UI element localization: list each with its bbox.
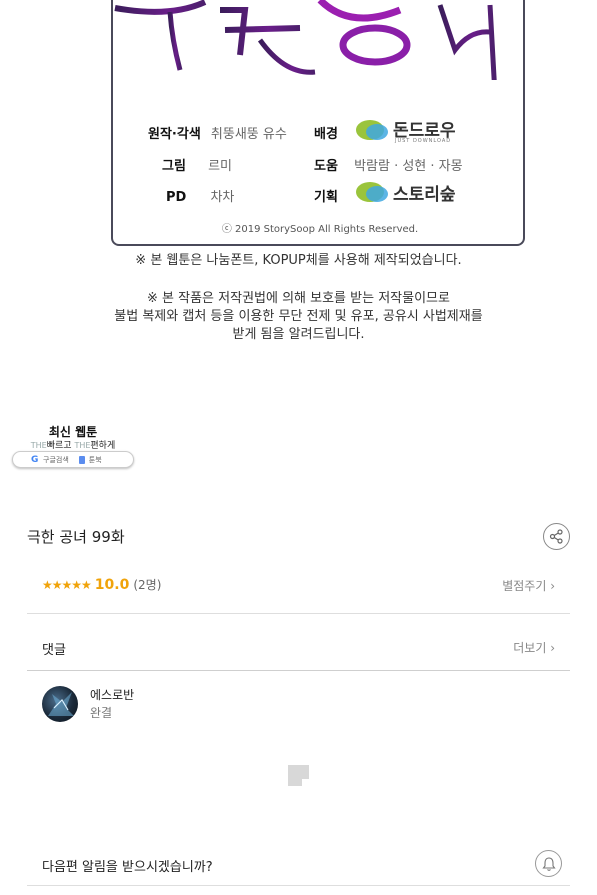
notify-question: 다음편 알림을 받으시겠습니까? <box>42 860 213 875</box>
brand-subtitle: JUST DOWNLOAD <box>395 138 452 144</box>
share-icon <box>549 529 563 544</box>
comment-author[interactable]: 에스로반 <box>90 686 134 703</box>
brand-name: 스토리숲 <box>393 185 456 205</box>
rating-count: (2명) <box>133 578 162 592</box>
book-icon <box>78 455 85 464</box>
divider <box>27 885 570 886</box>
credit-original: 원작·각색 취뚱새뚱 유수 <box>148 123 287 142</box>
divider <box>27 670 570 671</box>
rating-score: 10.0 <box>94 577 130 593</box>
episode-title: 극한 공녀 99화 <box>27 528 125 546</box>
credit-value: 박람람 · 성현 · 자몽 <box>354 159 463 174</box>
credits-artwork: 원작·각색 취뚱새뚱 유수 그림 르미 PD 차차 배경 돈드로우 JUST D… <box>0 0 597 360</box>
comments-heading: 댓글 <box>42 643 66 658</box>
notify-bell-button[interactable] <box>535 850 562 877</box>
font-notice: ※ 본 웹툰은 나눔폰트, KOPUP체를 사용해 제작되었습니다. <box>135 253 462 268</box>
credit-planning: 기획 <box>314 186 338 205</box>
rate-button[interactable]: 별점주기 › <box>502 577 555 594</box>
banner-easy: 편하게 <box>90 441 116 451</box>
bell-icon <box>541 856 556 871</box>
legal-notice-line-1: ※ 본 작품은 저작권법에 의해 보호를 받는 저작물이므로 <box>147 291 450 306</box>
pill-site-label: 툰북 <box>88 455 102 464</box>
credit-label: 그림 <box>162 159 186 174</box>
credit-art: 그림 르미 <box>162 155 232 174</box>
credit-pd: PD 차차 <box>166 186 234 205</box>
legal-notice-line-3: 받게 됨을 알려드립니다. <box>232 327 365 342</box>
comment-text: 완결 <box>90 706 113 720</box>
credit-value: 르미 <box>208 159 232 174</box>
copyright-text: ⓒ 2019 StorySoop All Rights Reserved. <box>221 224 419 235</box>
list-item: 에스로반 완결 <box>42 686 542 722</box>
avatar-image <box>48 692 74 716</box>
rating-stars: ★★★★★ <box>42 578 92 592</box>
credit-label: 배경 <box>314 127 338 142</box>
promo-banner[interactable]: 최신 웹툰 THE빠르고 THE편하게 G 구글검색 툰북 <box>12 420 134 468</box>
pill-search-label: 구글검색 <box>43 455 69 464</box>
loading-placeholder-icon <box>288 765 309 786</box>
legal-notice-line-2: 불법 복제와 캡처 등을 이용한 무단 전제 및 유포, 공유시 사법제재를 <box>114 309 483 324</box>
speech-bubble-icon <box>356 120 388 140</box>
credit-label: 원작·각색 <box>148 127 201 142</box>
credit-value: 차차 <box>210 190 235 205</box>
banner-subtitle: THE빠르고 THE편하게 <box>12 438 134 451</box>
banner-the: THE <box>30 441 47 450</box>
banner-the: THE <box>74 441 91 450</box>
credit-assist: 도움 박람람 · 성현 · 자몽 <box>314 155 463 174</box>
credit-label: 기획 <box>314 190 338 205</box>
google-icon: G <box>31 455 39 465</box>
avatar[interactable] <box>42 686 78 722</box>
comments-more-link[interactable]: 더보기 › <box>513 639 555 656</box>
banner-fast: 빠르고 <box>46 441 72 451</box>
credit-value: 취뚱새뚱 유수 <box>210 127 287 142</box>
speech-bubble-icon <box>356 182 388 202</box>
divider <box>27 613 570 614</box>
share-button[interactable] <box>543 523 570 550</box>
credit-label: 도움 <box>314 159 338 174</box>
credit-background: 배경 <box>314 123 338 142</box>
rating-row: ★★★★★ 10.0 (2명) <box>42 576 161 593</box>
credits-box: 원작·각색 취뚱새뚱 유수 그림 르미 PD 차차 배경 돈드로우 JUST D… <box>111 0 525 246</box>
banner-search-pill[interactable]: G 구글검색 툰북 <box>12 451 134 468</box>
credit-label: PD <box>166 190 187 205</box>
